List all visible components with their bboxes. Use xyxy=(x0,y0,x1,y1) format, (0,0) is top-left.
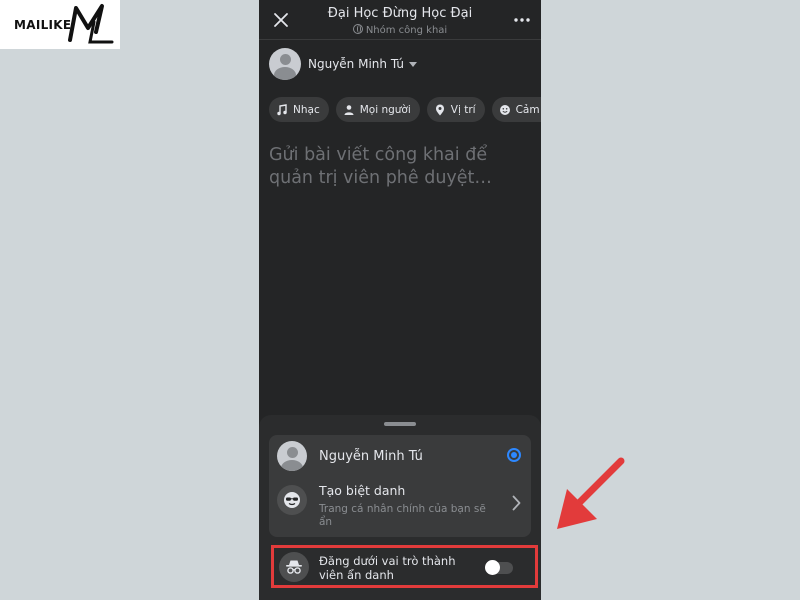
nickname-subtitle: Trang cá nhân chính của bạn sẽ ẩn xyxy=(319,503,486,528)
identity-option-nickname[interactable]: Tạo biệt danh Trang cá nhân chính của bạ… xyxy=(277,481,523,531)
identity-option-name: Nguyễn Minh Tú xyxy=(319,448,423,464)
chip-music-label: Nhạc xyxy=(293,103,320,116)
avatar xyxy=(277,441,307,471)
more-horizontal-icon[interactable] xyxy=(513,12,531,28)
sheet-grabber[interactable] xyxy=(384,422,416,426)
red-arrow-icon xyxy=(557,457,625,529)
music-note-icon xyxy=(277,103,287,115)
nickname-title: Tạo biệt danh xyxy=(319,483,406,498)
author-selector[interactable]: Nguyễn Minh Tú xyxy=(269,48,417,80)
chip-people[interactable]: Mọi người xyxy=(335,97,420,122)
chip-location-label: Vị trí xyxy=(450,103,476,116)
people-icon xyxy=(344,104,354,115)
smiley-icon xyxy=(499,104,510,115)
post-composer-input[interactable]: Gửi bài viết công khai để quản trị viên … xyxy=(269,144,531,190)
caret-down-icon xyxy=(408,61,417,67)
chevron-right-icon xyxy=(512,495,521,511)
brand-logo: MAILIKE xyxy=(0,0,120,49)
chip-people-label: Mọi người xyxy=(359,103,411,116)
chip-feeling[interactable]: Cảm xú xyxy=(491,97,541,122)
attachment-chips: Nhạc Mọi người Vị trí Cảm xú xyxy=(269,97,541,122)
sunglasses-face-icon xyxy=(277,485,307,515)
chip-feeling-label: Cảm xú xyxy=(515,103,541,116)
author-name: Nguyễn Minh Tú xyxy=(308,57,404,71)
chip-music[interactable]: Nhạc xyxy=(269,97,329,122)
chip-location[interactable]: Vị trí xyxy=(426,97,485,122)
top-bar: Đại Học Đừng Học Đại Nhóm công khai xyxy=(259,0,541,40)
brand-logo-text: MAILIKE xyxy=(14,17,72,32)
avatar xyxy=(269,48,301,80)
group-title: Đại Học Đừng Học Đại xyxy=(327,6,473,21)
location-pin-icon xyxy=(435,104,444,115)
identity-option-profile[interactable]: Nguyễn Minh Tú xyxy=(277,441,523,471)
identity-options-card: Nguyễn Minh Tú Tạo biệt danh Trang cá nh… xyxy=(269,435,531,537)
radio-selected-icon[interactable] xyxy=(507,448,521,462)
brand-logo-mark-icon xyxy=(68,4,114,44)
highlight-box xyxy=(271,545,538,588)
group-privacy-label: Nhóm công khai xyxy=(365,25,448,36)
group-privacy: Nhóm công khai xyxy=(259,24,541,36)
globe-icon xyxy=(352,24,363,34)
phone-screen: Đại Học Đừng Học Đại Nhóm công khai Nguy… xyxy=(259,0,541,600)
